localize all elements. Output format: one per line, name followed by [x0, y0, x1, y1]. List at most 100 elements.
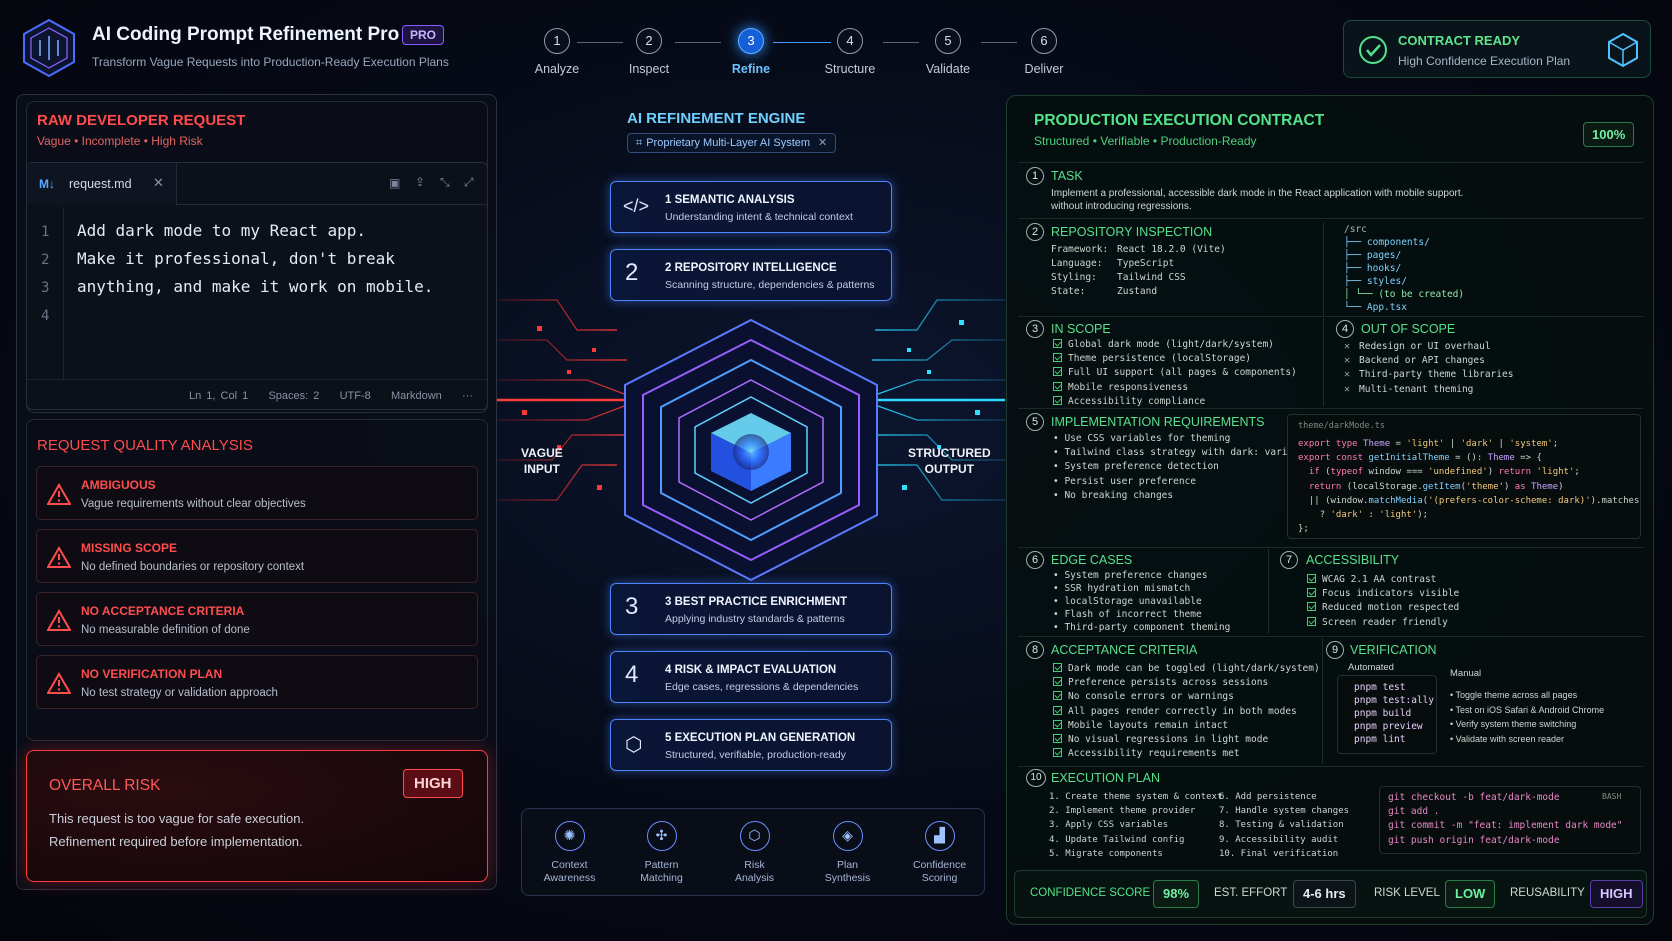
warning-icon — [47, 483, 71, 505]
task-line-1: Implement a professional, accessible dar… — [1051, 188, 1464, 199]
step-analyze[interactable]: 1 Analyze — [517, 28, 597, 76]
step-label: Inspect — [628, 62, 670, 76]
completeness-badge: 100% — [1583, 122, 1635, 147]
capabilities-bar: ✺ Context Awareness ✣ Pattern Matching ⬡ Risk… — [521, 808, 985, 896]
accept-list: Dark mode can be toggled (light/dark/sys… — [1053, 662, 1320, 761]
list-item: • System preference detection — [1053, 461, 1219, 473]
collapse-icon[interactable]: ⤡ — [440, 175, 450, 190]
list-item: Theme persistence (localStorage) — [1053, 352, 1297, 366]
list-item: Accessibility compliance — [1053, 395, 1297, 409]
section-number: 5 — [1026, 413, 1044, 431]
tab-request-md[interactable]: M↓ request.md ✕ — [27, 163, 177, 205]
a11y-list: WCAG 2.1 AA contrast Focus indicators vi… — [1307, 573, 1459, 630]
x-icon: ✕ — [1344, 355, 1351, 367]
close-icon[interactable]: ✕ — [818, 137, 827, 149]
step-structure[interactable]: 4 Structure — [810, 28, 890, 76]
step-refine[interactable]: 3 Refine — [711, 28, 791, 76]
repo-row: State: Zustand — [1051, 286, 1158, 297]
overall-risk-card: OVERALL RISK HIGH This request is too va… — [26, 750, 488, 882]
verify-title: VERIFICATION — [1350, 643, 1437, 657]
capability-confidence-scoring: ▟ Confidence Scoring — [892, 821, 987, 885]
stage-desc: Understanding intent & technical context — [665, 211, 853, 223]
upload-icon[interactable]: ⇪ — [415, 175, 425, 189]
section-number: 3 — [1026, 320, 1044, 338]
pattern-icon: ✣ — [646, 821, 677, 851]
edge-title: EDGE CASES — [1051, 553, 1133, 567]
section-divider — [1018, 316, 1643, 317]
code-line: 1 Add dark mode to my React app. — [41, 221, 366, 240]
app-title: AI Coding Prompt Refinement Pro — [92, 24, 400, 45]
section-number: 10 — [1026, 769, 1046, 787]
step-number: 5 — [935, 28, 961, 54]
list-item: No visual regressions in light mode — [1053, 733, 1320, 747]
save-icon[interactable]: ▣ — [389, 176, 400, 190]
issue-title: NO ACCEPTANCE CRITERIA — [81, 604, 245, 618]
quality-title: REQUEST QUALITY ANALYSIS — [37, 437, 253, 454]
stage-title: 5 EXECUTION PLAN GENERATION — [665, 732, 856, 744]
list-item: Full UI support (all pages & components) — [1053, 366, 1297, 380]
code-line: 3 anything, and make it work on mobile. — [41, 277, 434, 296]
list-item: • System preference changes — [1053, 570, 1208, 581]
list-item: • SSR hydration mismatch — [1053, 583, 1191, 594]
step-validate[interactable]: 5 Validate — [908, 28, 988, 76]
section-number: 4 — [1336, 320, 1354, 338]
section-number: 8 — [1026, 641, 1044, 659]
list-item: ✕ Redesign or UI overhaul — [1344, 340, 1513, 354]
stage-repository-intelligence[interactable]: 2 2 REPOSITORY INTELLIGENCE Scanning str… — [610, 249, 892, 301]
stage-desc: Structured, verifiable, production-ready — [665, 749, 846, 761]
list-item: All pages render correctly in both modes — [1053, 705, 1320, 719]
issue-title: AMBIGUOUS — [81, 478, 156, 492]
x-icon: ✕ — [1344, 383, 1351, 395]
engine-subtitle: ⌗ Proprietary Multi-Layer AI System ✕ — [627, 133, 837, 153]
git-commands: BASH git checkout -b feat/dark-mode git … — [1379, 786, 1641, 854]
manual-label: Manual — [1450, 668, 1482, 679]
risk-line-1: This request is too vague for safe execu… — [49, 811, 305, 826]
list-item: Preference persists across sessions — [1053, 676, 1320, 690]
in-scope-list: Global dark mode (light/dark/system) The… — [1053, 338, 1297, 409]
repo-row: Styling: Tailwind CSS — [1051, 272, 1186, 283]
request-editor[interactable]: M↓ request.md ✕ ▣ ⇪ ⤡ ⤢ 1 Add dark mode t… — [26, 162, 488, 410]
section-divider — [1018, 766, 1643, 767]
capability-risk-analysis: ⬡ Risk Analysis — [707, 821, 802, 885]
raw-request-subtitle: Vague • Incomplete • High Risk — [37, 134, 203, 148]
section-number: 2 — [1026, 223, 1044, 241]
checkbox-icon — [1053, 691, 1062, 701]
checkbox-icon — [1053, 734, 1062, 744]
checkbox-icon — [1053, 381, 1062, 391]
checkbox-icon — [1053, 367, 1062, 377]
contract-title: PRODUCTION EXECUTION CONTRACT — [1034, 112, 1325, 129]
issue-title: NO VERIFICATION PLAN — [81, 667, 223, 681]
stage-semantic-analysis[interactable]: </> 1 SEMANTIC ANALYSIS Understanding in… — [610, 181, 892, 233]
workflow-stepper: 1 Analyze 2 Inspect 3 Refine 4 Structure 5 Va… — [517, 28, 1063, 88]
git-lines: git checkout -b feat/dark-mode git add .… — [1388, 792, 1623, 846]
list-item: ✕ Third-party theme libraries — [1344, 368, 1513, 382]
list-item: Accessibility requirements met — [1053, 747, 1320, 761]
editor-tab-bar: M↓ request.md ✕ ▣ ⇪ ⤡ ⤢ — [27, 163, 487, 205]
step-deliver[interactable]: 6 Deliver — [1004, 28, 1084, 76]
section-number: 7 — [1280, 551, 1298, 569]
repo-row: Framework: React 18.2.0 (Vite) — [1051, 244, 1226, 255]
close-icon[interactable]: ✕ — [153, 175, 164, 191]
effort-value: 4-6 hrs — [1293, 880, 1356, 908]
app-root: AI Coding Prompt Refinement Pro PRO Tran… — [0, 0, 1672, 941]
section-divider — [1018, 162, 1643, 163]
checkbox-icon — [1307, 574, 1316, 583]
step-number: 3 — [738, 28, 764, 54]
issue-card: AMBIGUOUS Vague requirements without cle… — [36, 466, 478, 520]
list-item: ✕ Backend or API changes — [1344, 354, 1513, 368]
structured-output-label: STRUCTURED OUTPUT — [908, 446, 991, 476]
checkbox-icon — [1053, 705, 1062, 715]
expand-icon[interactable]: ⤢ — [464, 175, 474, 190]
capability-plan-synthesis: ◈ Plan Synthesis — [800, 821, 895, 885]
impl-title: IMPLEMENTATION REQUIREMENTS — [1051, 415, 1265, 429]
code-snippet: theme/darkMode.ts export type Theme = 'l… — [1287, 414, 1641, 539]
metric-label: CONFIDENCE SCORE — [1030, 887, 1151, 899]
stage-risk-impact[interactable]: 4 4 RISK & IMPACT EVALUATION Edge cases,… — [610, 651, 892, 703]
stage-best-practice[interactable]: 3 3 BEST PRACTICE ENRICHMENT Applying in… — [610, 583, 892, 635]
cube-icon — [1608, 32, 1638, 68]
stage-number-icon: 2 — [625, 259, 639, 286]
step-inspect[interactable]: 2 Inspect — [609, 28, 689, 76]
stage-execution-plan[interactable]: ⬡ 5 EXECUTION PLAN GENERATION Structured… — [610, 719, 892, 771]
issue-desc: No defined boundaries or repository cont… — [81, 561, 305, 573]
list-item: Mobile layouts remain intact — [1053, 719, 1320, 733]
